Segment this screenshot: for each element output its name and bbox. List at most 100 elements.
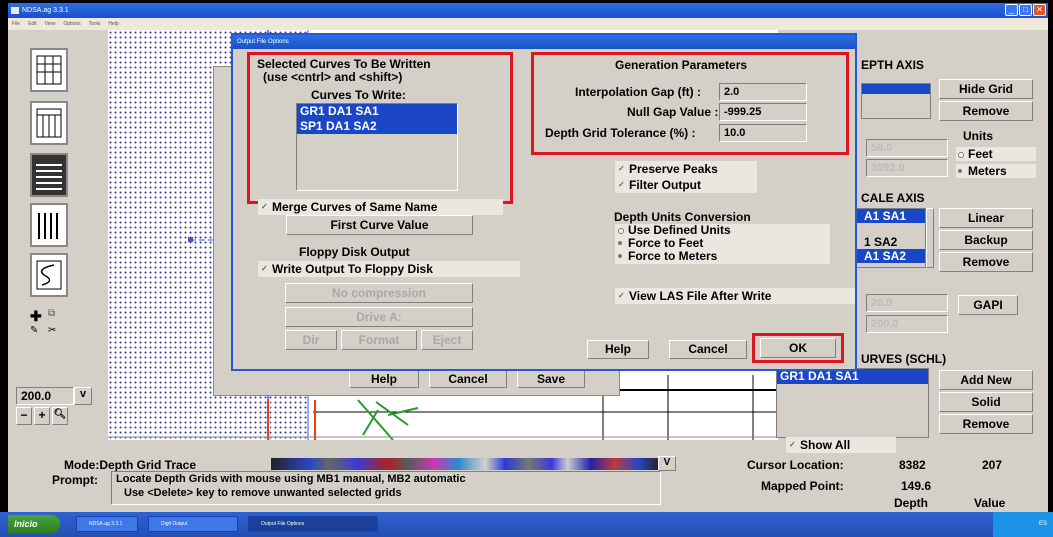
- linear-button[interactable]: Linear: [939, 208, 1033, 228]
- color-palette[interactable]: [271, 458, 661, 470]
- null-gap-input[interactable]: -999.25: [719, 103, 807, 121]
- zoom-in-button[interactable]: +: [34, 407, 50, 425]
- top-depth-field[interactable]: 58.0: [866, 139, 948, 157]
- back-cancel-button[interactable]: Cancel: [429, 370, 507, 388]
- null-gap-label: Null Gap Value :: [627, 105, 719, 119]
- solid-button[interactable]: Solid: [939, 392, 1033, 412]
- merge-curves-checkbox[interactable]: Merge Curves of Same Name: [258, 199, 503, 215]
- menu-view[interactable]: View: [45, 18, 56, 30]
- grid-tool-icon: [36, 55, 62, 85]
- meters-radio[interactable]: Meters: [956, 164, 1036, 178]
- cursor-location-label: Cursor Location:: [747, 458, 844, 472]
- menu-options[interactable]: Options: [63, 18, 80, 30]
- curve-to-write-2[interactable]: SP1 DA1 SA2: [297, 119, 457, 134]
- scale-item-3[interactable]: A1 SA2: [857, 249, 925, 263]
- cancel-button[interactable]: Cancel: [669, 340, 747, 359]
- eject-button[interactable]: Eject: [421, 330, 473, 350]
- mapped-point-label: Mapped Point:: [761, 479, 844, 493]
- magnifier-icon[interactable]: 🔍︎: [52, 407, 68, 425]
- units-label: Units: [963, 129, 993, 143]
- curve-item-1[interactable]: GR1 DA1 SA1: [777, 369, 928, 384]
- task-output-file-options[interactable]: Output File Options: [248, 516, 378, 532]
- system-tray: ES: [993, 512, 1053, 537]
- curves-to-write-list[interactable]: GR1 DA1 SA1 SP1 DA1 SA2: [296, 103, 458, 191]
- back-help-button[interactable]: Help: [349, 370, 419, 388]
- depth-tolerance-input[interactable]: 10.0: [719, 124, 807, 142]
- back-save-button[interactable]: Save: [517, 370, 585, 388]
- scale-axis-list[interactable]: A1 SA1 1 SA2 A1 SA2: [856, 208, 926, 268]
- bars-icon: [38, 213, 58, 239]
- bars-tool-button[interactable]: [30, 203, 68, 247]
- generation-heading: Generation Parameters: [615, 58, 748, 72]
- view-las-checkbox[interactable]: View LAS File After Write: [615, 288, 855, 304]
- force-to-meters-radio[interactable]: Force to Meters: [616, 249, 717, 263]
- min-scale-field[interactable]: 20.0: [866, 294, 948, 312]
- start-button[interactable]: Inicio: [8, 515, 60, 533]
- trace-tool-button[interactable]: [30, 253, 68, 297]
- zoom-dropdown[interactable]: v: [74, 387, 92, 405]
- pencil-icon[interactable]: ✎: [30, 325, 38, 336]
- depth-tolerance-label: Depth Grid Tolerance (%) :: [545, 126, 696, 140]
- remove-depth-button[interactable]: Remove: [939, 101, 1033, 121]
- depth-units-heading: Depth Units Conversion: [614, 210, 751, 224]
- format-button[interactable]: Format: [341, 330, 417, 350]
- menu-edit[interactable]: Edit: [28, 18, 37, 30]
- drive-button[interactable]: Drive A:: [285, 307, 473, 327]
- hide-grid-button[interactable]: Hide Grid: [939, 79, 1033, 99]
- compression-button[interactable]: No compression: [285, 283, 473, 303]
- menu-file[interactable]: File: [12, 18, 20, 30]
- scale-axis-label: CALE AXIS: [861, 191, 925, 205]
- scissors-icon[interactable]: ✂: [48, 325, 56, 336]
- close-button[interactable]: ✕: [1033, 4, 1046, 16]
- scale-scrollbar[interactable]: [926, 208, 934, 268]
- minimize-button[interactable]: _: [1005, 4, 1018, 16]
- ok-button[interactable]: OK: [760, 338, 836, 358]
- show-all-checkbox[interactable]: Show All: [786, 437, 896, 453]
- remove-scale-button[interactable]: Remove: [939, 252, 1033, 272]
- depth-axis-list[interactable]: [861, 83, 931, 119]
- interp-gap-input[interactable]: 2.0: [719, 83, 807, 101]
- task-ndsa[interactable]: NDSA.ag 3.3.1: [76, 516, 138, 532]
- backup-button[interactable]: Backup: [939, 230, 1033, 250]
- main-title-bar: NDSA.ag 3.3.1 _ □ ✕: [8, 3, 1048, 18]
- force-to-feet-radio[interactable]: Force to Feet: [616, 236, 703, 250]
- screen: NDSA.ag 3.3.1 _ □ ✕ File Edit View Optio…: [0, 0, 1053, 537]
- add-icon[interactable]: ✚: [30, 308, 42, 325]
- value-column-label: Value: [974, 496, 1006, 510]
- scale-item-1[interactable]: A1 SA1: [857, 209, 925, 223]
- use-defined-units-radio[interactable]: Use Defined Units: [616, 223, 731, 237]
- menu-help[interactable]: Help: [108, 18, 118, 30]
- first-curve-value-button[interactable]: First Curve Value: [286, 215, 473, 235]
- depth-grid-icon: [36, 108, 62, 138]
- interp-gap-label: Interpolation Gap (ft) :: [575, 85, 701, 99]
- depth-grid-tool-button[interactable]: [30, 101, 68, 145]
- curve-to-write-1[interactable]: GR1 DA1 SA1: [297, 104, 457, 119]
- lines-tool-button[interactable]: [30, 153, 68, 197]
- add-new-button[interactable]: Add New: [939, 370, 1033, 390]
- preserve-peaks-checkbox[interactable]: Preserve Peaks: [615, 161, 757, 177]
- grid-tool-button[interactable]: [30, 48, 68, 92]
- scale-item-2[interactable]: 1 SA2: [857, 235, 925, 249]
- write-floppy-checkbox[interactable]: Write Output To Floppy Disk: [258, 261, 520, 277]
- lines-icon: [36, 164, 62, 190]
- menu-tools[interactable]: Tools: [89, 18, 101, 30]
- help-button[interactable]: Help: [587, 340, 649, 359]
- taskbar: Inicio NDSA.ag 3.3.1 Digit Output Output…: [0, 512, 1053, 537]
- dir-button[interactable]: Dir: [285, 330, 337, 350]
- palette-v-button[interactable]: V: [658, 456, 676, 471]
- zoom-input[interactable]: 200.0: [16, 387, 74, 405]
- gapi-button[interactable]: GAPI: [958, 295, 1018, 315]
- menu-bar: File Edit View Options Tools Help: [8, 18, 1048, 30]
- bottom-depth-field[interactable]: 3092.0: [866, 159, 948, 177]
- feet-radio[interactable]: Feet: [956, 147, 1036, 161]
- remove-curve-button[interactable]: Remove: [939, 414, 1033, 434]
- task-digit-output[interactable]: Digit Output: [148, 516, 238, 532]
- copy-icon[interactable]: ⧉: [48, 308, 55, 319]
- maximize-button[interactable]: □: [1019, 4, 1032, 16]
- zoom-out-button[interactable]: −: [16, 407, 32, 425]
- curves-list[interactable]: GR1 DA1 SA1: [776, 368, 929, 438]
- dialog-title: Output File Options: [233, 35, 855, 49]
- app-icon: [11, 7, 19, 14]
- max-scale-field[interactable]: 200.0: [866, 315, 948, 333]
- filter-output-checkbox[interactable]: Filter Output: [615, 177, 757, 193]
